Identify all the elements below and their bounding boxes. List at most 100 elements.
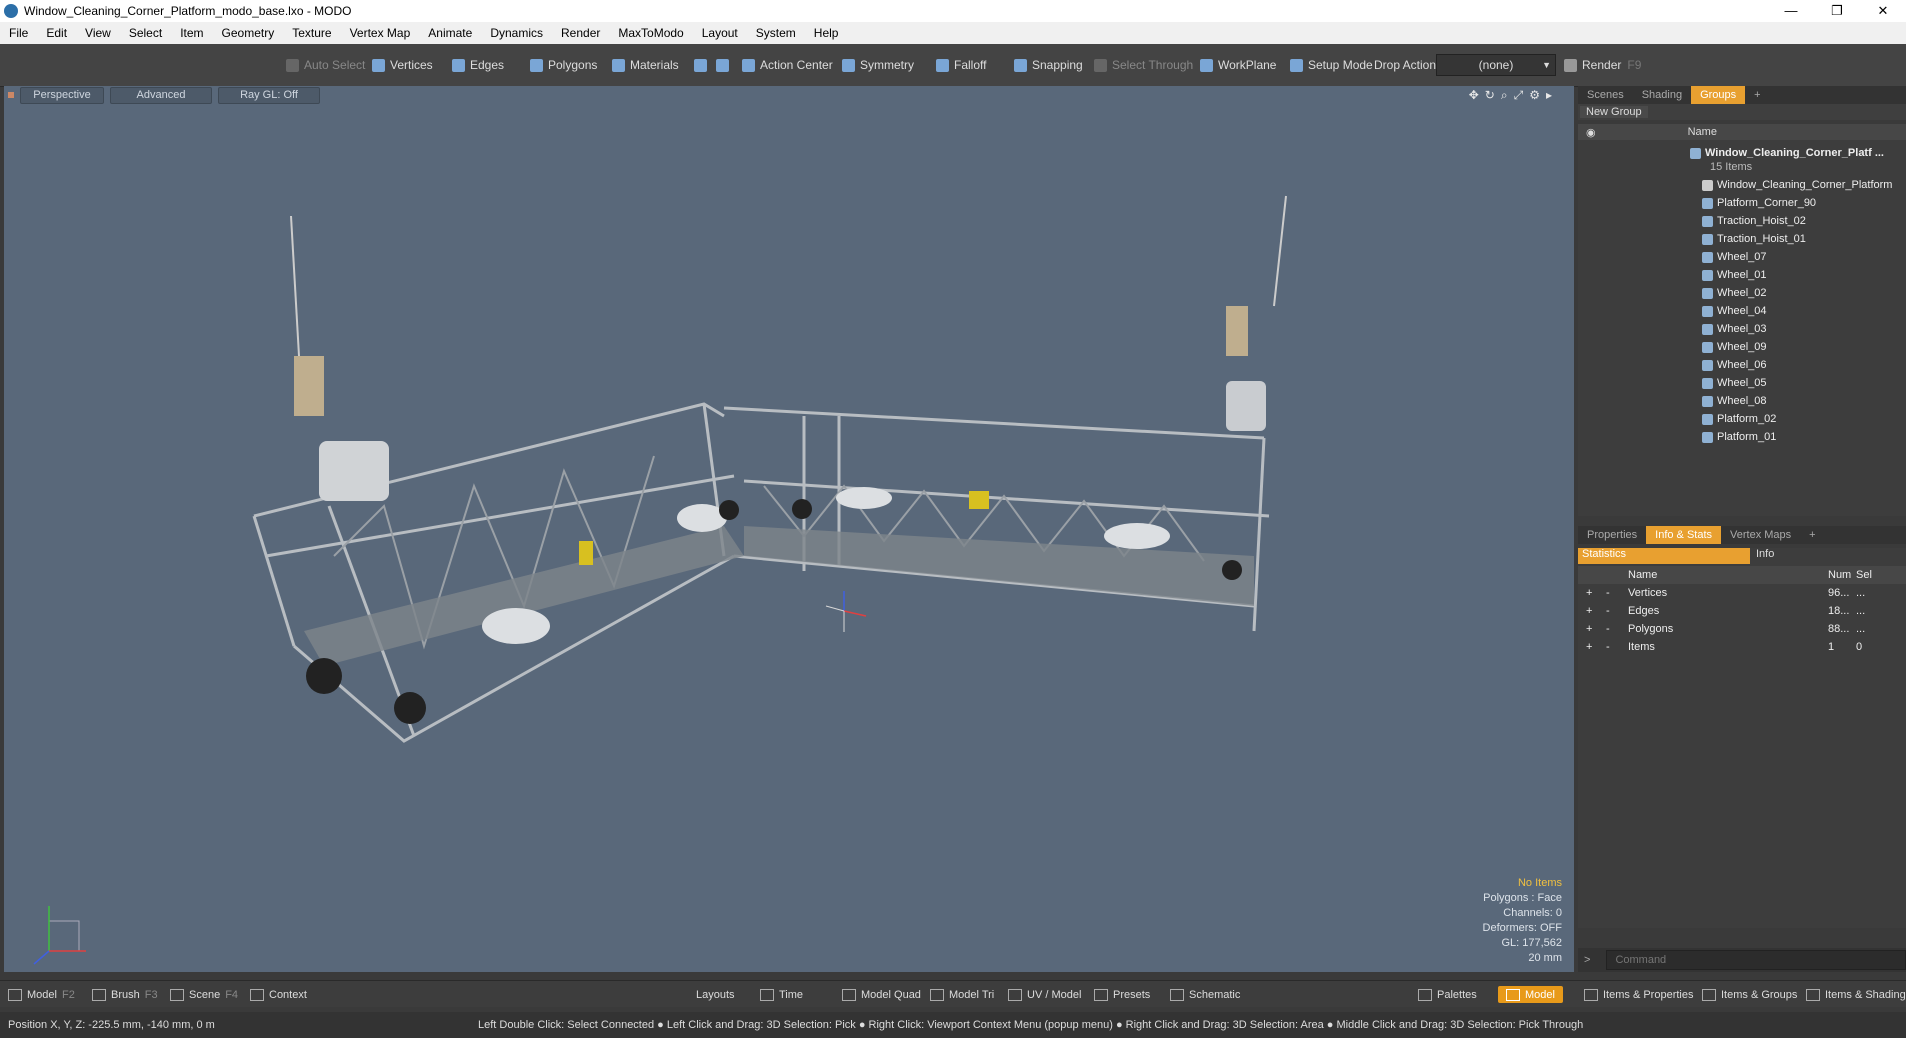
model-icon bbox=[8, 988, 22, 1001]
command-input[interactable] bbox=[1606, 950, 1906, 970]
model-quad-button[interactable]: Model Quad bbox=[842, 986, 921, 1003]
tree-item[interactable]: Wheel_09 bbox=[1702, 338, 1767, 356]
minus-icon[interactable]: - bbox=[1606, 623, 1628, 635]
menu-render[interactable]: Render bbox=[552, 26, 609, 40]
tree-item[interactable]: Wheel_07 bbox=[1702, 248, 1767, 266]
stats-row[interactable]: + - Polygons 88... ... bbox=[1578, 620, 1906, 638]
uv-model-button[interactable]: UV / Model bbox=[1008, 986, 1081, 1003]
polygons-button[interactable]: Polygons bbox=[530, 54, 597, 76]
3d-viewport[interactable]: Perspective Advanced Ray GL: Off ✥ ↻ ⌕ ⤢… bbox=[4, 86, 1574, 972]
menu-select[interactable]: Select bbox=[120, 26, 171, 40]
tree-item[interactable]: Wheel_06 bbox=[1702, 356, 1767, 374]
tree-item[interactable]: Wheel_08 bbox=[1702, 392, 1767, 410]
stats-row[interactable]: + - Vertices 96... ... bbox=[1578, 584, 1906, 602]
menu-maxtomodo[interactable]: MaxToModo bbox=[609, 26, 692, 40]
wheel-d bbox=[719, 500, 739, 520]
tree-item[interactable]: Wheel_04 bbox=[1702, 302, 1767, 320]
stats-row[interactable]: + - Edges 18... ... bbox=[1578, 602, 1906, 620]
element-select-button[interactable] bbox=[694, 54, 712, 76]
model-layout-button[interactable]: Model bbox=[1498, 986, 1563, 1003]
minus-icon[interactable]: - bbox=[1606, 641, 1628, 653]
time-button[interactable]: Time bbox=[760, 986, 803, 1003]
tree-item[interactable]: Traction_Hoist_01 bbox=[1702, 230, 1806, 248]
tab-shading[interactable]: Shading bbox=[1633, 89, 1691, 101]
vertices-button[interactable]: Vertices bbox=[372, 54, 433, 76]
stats-row[interactable]: + - Items 1 0 bbox=[1578, 638, 1906, 656]
materials-button[interactable]: Materials bbox=[612, 54, 679, 76]
schematic-button[interactable]: Schematic bbox=[1170, 986, 1240, 1003]
tab-vertex-maps[interactable]: Vertex Maps bbox=[1721, 529, 1800, 541]
render-button[interactable]: Render F9 bbox=[1564, 54, 1641, 76]
tab-groups[interactable]: Groups bbox=[1691, 86, 1746, 104]
menu-file[interactable]: File bbox=[0, 26, 37, 40]
minus-icon[interactable]: - bbox=[1606, 587, 1628, 599]
traction-hoist-left bbox=[319, 441, 389, 501]
items-groups-button[interactable]: Items & Groups bbox=[1702, 986, 1797, 1003]
snapping-button[interactable]: Snapping bbox=[1014, 54, 1083, 76]
drop-action-select[interactable]: (none) ▼ bbox=[1436, 54, 1556, 76]
context-icon bbox=[250, 988, 264, 1001]
mesh-icon bbox=[1702, 413, 1713, 425]
tree-item[interactable]: Platform_01 bbox=[1702, 428, 1776, 446]
presets-button[interactable]: Presets bbox=[1094, 986, 1150, 1003]
workplane-button[interactable]: WorkPlane bbox=[1200, 54, 1276, 76]
select-through-button[interactable]: Select Through bbox=[1094, 54, 1193, 76]
post-left-end bbox=[252, 515, 296, 647]
tab-properties[interactable]: Properties bbox=[1578, 529, 1646, 541]
menu-item[interactable]: Item bbox=[171, 26, 212, 40]
add-tab-icon[interactable]: + bbox=[1745, 89, 1769, 101]
mesh-icon bbox=[1702, 233, 1713, 245]
menu-dynamics[interactable]: Dynamics bbox=[481, 26, 552, 40]
stats-header: Name Num Sel bbox=[1578, 566, 1906, 584]
edges-button[interactable]: Edges bbox=[452, 54, 504, 76]
model-tri-button[interactable]: Model Tri bbox=[930, 986, 994, 1003]
menu-system[interactable]: System bbox=[747, 26, 805, 40]
scene-button[interactable]: Scene F4 bbox=[170, 986, 238, 1003]
minus-icon[interactable]: - bbox=[1606, 605, 1628, 617]
menu-animate[interactable]: Animate bbox=[419, 26, 481, 40]
falloff-button[interactable]: Falloff bbox=[936, 54, 986, 76]
brush-button[interactable]: Brush F3 bbox=[92, 986, 158, 1003]
tree-item[interactable]: Traction_Hoist_02 bbox=[1702, 212, 1806, 230]
menu-layout[interactable]: Layout bbox=[693, 26, 747, 40]
control-box-right bbox=[1226, 306, 1248, 356]
plus-icon[interactable]: + bbox=[1586, 641, 1606, 653]
tree-item[interactable]: Wheel_03 bbox=[1702, 320, 1767, 338]
plus-icon[interactable]: + bbox=[1586, 623, 1606, 635]
tree-item[interactable]: Platform_02 bbox=[1702, 410, 1776, 428]
symmetry-button[interactable]: Symmetry bbox=[842, 54, 914, 76]
minimize-icon[interactable]: — bbox=[1768, 3, 1814, 19]
setup-mode-button[interactable]: Setup Mode bbox=[1290, 54, 1373, 76]
tab-info[interactable]: Info bbox=[1750, 548, 1774, 564]
context-button[interactable]: Context bbox=[250, 986, 307, 1003]
items-properties-button[interactable]: Items & Properties bbox=[1584, 986, 1693, 1003]
tab-info-stats[interactable]: Info & Stats bbox=[1646, 526, 1722, 544]
menu-edit[interactable]: Edit bbox=[37, 26, 76, 40]
maximize-icon[interactable]: ❐ bbox=[1814, 3, 1860, 19]
menu-view[interactable]: View bbox=[76, 26, 120, 40]
menu-vertex-map[interactable]: Vertex Map bbox=[341, 26, 420, 40]
items-shading-button[interactable]: Items & Shading bbox=[1806, 986, 1906, 1003]
model-button[interactable]: Model F2 bbox=[8, 986, 75, 1003]
tab-scenes[interactable]: Scenes bbox=[1578, 89, 1633, 101]
close-icon[interactable]: ✕ bbox=[1860, 3, 1906, 19]
tree-item[interactable]: Wheel_01 bbox=[1702, 266, 1767, 284]
tree-item[interactable]: Window_Cleaning_Corner_Platform bbox=[1702, 176, 1892, 194]
new-group-button[interactable]: New Group bbox=[1580, 106, 1648, 118]
plus-icon[interactable]: + bbox=[1586, 587, 1606, 599]
item-select-button[interactable] bbox=[716, 54, 734, 76]
add-tab-icon[interactable]: + bbox=[1800, 529, 1824, 541]
tree-item[interactable]: Platform_Corner_90 bbox=[1702, 194, 1816, 212]
menu-texture[interactable]: Texture bbox=[283, 26, 340, 40]
tab-statistics[interactable]: Statistics bbox=[1578, 548, 1750, 564]
action-center-button[interactable]: Action Center bbox=[742, 54, 833, 76]
menu-help[interactable]: Help bbox=[805, 26, 848, 40]
tree-item[interactable]: Wheel_05 bbox=[1702, 374, 1767, 392]
palettes-button[interactable]: Palettes bbox=[1418, 986, 1477, 1003]
layouts-button[interactable]: Layouts bbox=[696, 986, 735, 1003]
window-title: Window_Cleaning_Corner_Platform_modo_bas… bbox=[24, 4, 352, 18]
plus-icon[interactable]: + bbox=[1586, 605, 1606, 617]
menu-geometry[interactable]: Geometry bbox=[213, 26, 284, 40]
tree-item[interactable]: Wheel_02 bbox=[1702, 284, 1767, 302]
auto-select-button[interactable]: Auto Select bbox=[286, 54, 365, 76]
